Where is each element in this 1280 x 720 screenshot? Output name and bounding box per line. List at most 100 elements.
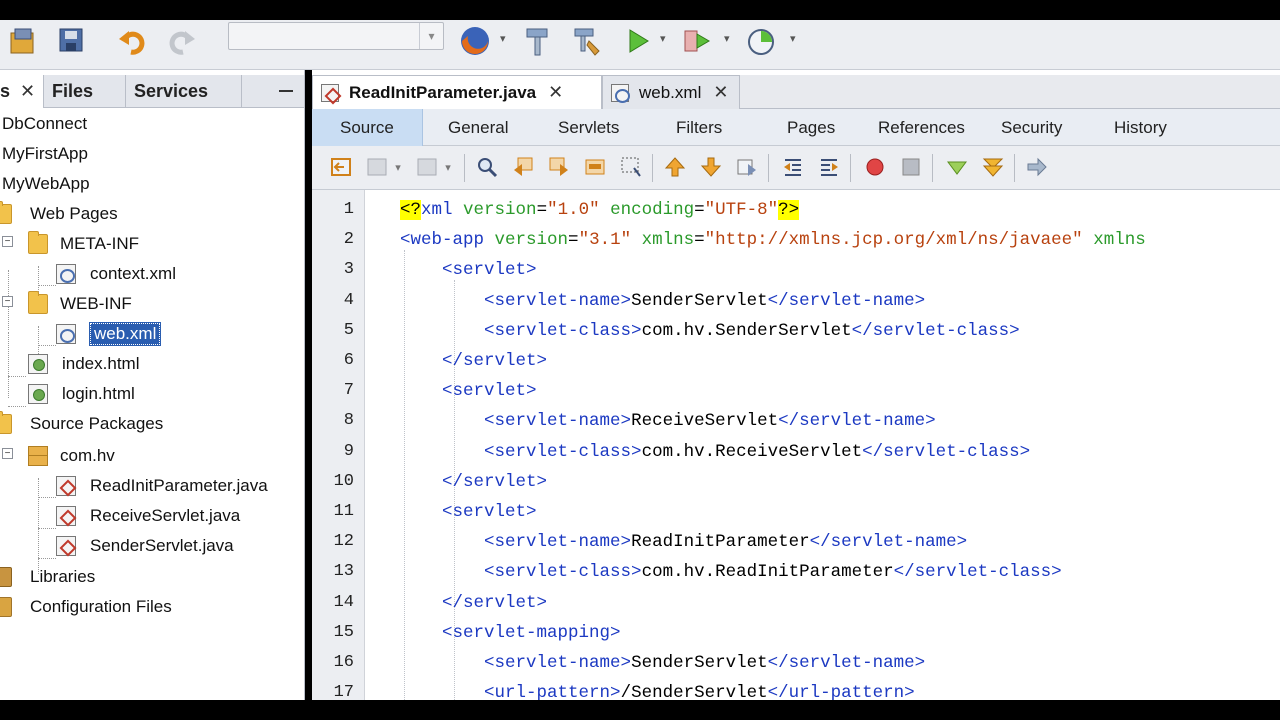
next-bookmark-icon[interactable]: [700, 156, 722, 178]
code-editor[interactable]: <?xml version="1.0" encoding="UTF-8"?> <w…: [366, 190, 1280, 700]
undo-icon[interactable]: [116, 24, 150, 58]
tab-web-xml[interactable]: web.xml ✕: [602, 75, 740, 109]
tree-item-web-pages[interactable]: Web Pages: [0, 200, 118, 228]
toggle-bookmark-icon[interactable]: [736, 156, 758, 178]
close-icon[interactable]: ✕: [20, 81, 35, 102]
debug-dropdown-icon[interactable]: ▾: [724, 32, 730, 45]
tab-services[interactable]: Services: [126, 75, 242, 108]
view-tab-references[interactable]: References: [878, 109, 965, 146]
run-icon[interactable]: [620, 24, 654, 58]
back-icon[interactable]: [366, 156, 388, 178]
tree-item-label: ReceiveServlet.java: [90, 506, 241, 525]
tree-item-web-inf[interactable]: WEB-INF: [28, 290, 132, 318]
code-line[interactable]: <servlet-name>ReadInitParameter</servlet…: [400, 527, 967, 557]
debug-icon[interactable]: [680, 24, 714, 58]
toggle-highlight-icon[interactable]: [620, 156, 642, 178]
line-number: 3: [343, 260, 354, 280]
tree-item-myfirstapp[interactable]: MyFirstApp: [2, 140, 88, 168]
save-all-icon[interactable]: [56, 24, 90, 58]
xsl-transform-icon[interactable]: [1026, 156, 1048, 178]
tree-item-source-packages[interactable]: Source Packages: [0, 410, 163, 438]
code-line[interactable]: <servlet-class>com.hv.ReadInitParameter<…: [400, 557, 1062, 587]
previous-bookmark-icon[interactable]: [664, 156, 686, 178]
code-line[interactable]: <web-app version="3.1" xmlns="http://xml…: [400, 225, 1146, 255]
shift-left-icon[interactable]: [782, 156, 804, 178]
find-next-icon[interactable]: [548, 156, 570, 178]
code-line[interactable]: </servlet>: [400, 467, 547, 497]
tree-item-mywebapp[interactable]: MyWebApp: [2, 170, 90, 198]
check-xml-icon[interactable]: [982, 156, 1004, 178]
code-line[interactable]: <servlet>: [400, 255, 537, 285]
view-tab-security[interactable]: Security: [1001, 109, 1062, 146]
code-line[interactable]: <servlet-class>com.hv.SenderServlet</ser…: [400, 316, 1020, 346]
new-project-icon[interactable]: [6, 24, 40, 58]
view-tab-source[interactable]: Source: [312, 109, 423, 146]
tree-item-readinitparameter[interactable]: ReadInitParameter.java: [56, 472, 268, 500]
browser-dropdown-icon[interactable]: ▾: [500, 32, 506, 45]
forward-dropdown-icon[interactable]: ▾: [442, 156, 454, 178]
tree-item-label: Source Packages: [30, 414, 164, 433]
code-line[interactable]: </servlet>: [400, 346, 547, 376]
tab-files[interactable]: Files: [44, 75, 126, 108]
java-file-icon: [321, 83, 339, 102]
tree-item-com-hv[interactable]: com.hv: [28, 442, 115, 470]
code-line[interactable]: <servlet>: [400, 376, 537, 406]
view-tab-filters[interactable]: Filters: [676, 109, 722, 146]
view-tab-pages[interactable]: Pages: [787, 109, 835, 146]
code-line[interactable]: <servlet-name>SenderServlet</servlet-nam…: [400, 286, 925, 316]
chevron-down-icon[interactable]: ▾: [419, 23, 443, 49]
validate-xml-icon[interactable]: [946, 156, 968, 178]
back-dropdown-icon[interactable]: ▾: [392, 156, 404, 178]
tree-item-senderservlet[interactable]: SenderServlet.java: [56, 532, 234, 560]
code-line[interactable]: <servlet-class>com.hv.ReceiveServlet</se…: [400, 437, 1030, 467]
tree-item-receiveservlet[interactable]: ReceiveServlet.java: [56, 502, 240, 530]
tree-item-index-html[interactable]: index.html: [28, 350, 139, 378]
tree-item-context-xml[interactable]: context.xml: [56, 260, 176, 288]
tab-projects[interactable]: s ✕: [0, 75, 44, 108]
build-hammer-icon[interactable]: [520, 24, 554, 58]
tree-item-label: Libraries: [30, 567, 96, 586]
clean-build-icon[interactable]: [570, 24, 604, 58]
tree-item-login-html[interactable]: login.html: [28, 380, 135, 408]
view-tab-history[interactable]: History: [1114, 109, 1167, 146]
code-line[interactable]: <servlet-name>SenderServlet</servlet-nam…: [400, 648, 925, 678]
view-tab-servlets[interactable]: Servlets: [558, 109, 619, 146]
minimize-icon[interactable]: [278, 81, 294, 101]
xml-file-icon: [611, 83, 630, 103]
tree-item-label: Configuration Files: [30, 597, 172, 616]
tree-item-web-xml[interactable]: web.xml: [56, 320, 162, 348]
redo-icon[interactable]: [164, 24, 198, 58]
close-icon[interactable]: ✕: [548, 82, 563, 103]
tree-item-configuration-files[interactable]: Configuration Files: [0, 593, 172, 621]
main-toolbar: ▾ ▾ ▾ ▾ ▾: [0, 20, 1280, 70]
shift-right-icon[interactable]: [818, 156, 840, 178]
configuration-combo[interactable]: ▾: [228, 22, 444, 50]
start-macro-recording-icon[interactable]: [864, 156, 886, 178]
view-tab-general[interactable]: General: [448, 109, 508, 146]
tree-item-libraries[interactable]: Libraries: [0, 563, 95, 591]
profile-icon[interactable]: [744, 24, 778, 58]
code-line[interactable]: <servlet-name>ReceiveServlet</servlet-na…: [400, 406, 936, 436]
java-file-icon: [56, 536, 76, 556]
tree-item-meta-inf[interactable]: META-INF: [28, 230, 139, 258]
find-previous-icon[interactable]: [512, 156, 534, 178]
find-icon[interactable]: [476, 156, 498, 178]
forward-icon[interactable]: [416, 156, 438, 178]
browser-firefox-icon[interactable]: [458, 24, 492, 58]
tab-readinitparameter-java[interactable]: ReadInitParameter.java ✕: [312, 75, 602, 109]
code-line[interactable]: <url-pattern>/SenderServlet</url-pattern…: [400, 678, 915, 700]
find-selection-icon[interactable]: [584, 156, 606, 178]
profile-dropdown-icon[interactable]: ▾: [790, 32, 796, 45]
code-line[interactable]: <servlet>: [400, 497, 537, 527]
expand-toggle-icon[interactable]: −: [2, 236, 13, 247]
expand-toggle-icon[interactable]: −: [2, 448, 13, 459]
last-edit-icon[interactable]: [330, 156, 352, 178]
code-line[interactable]: <servlet-mapping>: [400, 618, 621, 648]
code-line[interactable]: <?xml version="1.0" encoding="UTF-8"?>: [400, 195, 800, 225]
close-icon[interactable]: ✕: [713, 82, 728, 103]
stop-macro-recording-icon[interactable]: [900, 156, 922, 178]
expand-toggle-icon[interactable]: −: [2, 296, 13, 307]
tree-item-dbconnect[interactable]: DbConnect: [2, 110, 87, 138]
run-dropdown-icon[interactable]: ▾: [660, 32, 666, 45]
code-line[interactable]: </servlet>: [400, 588, 547, 618]
